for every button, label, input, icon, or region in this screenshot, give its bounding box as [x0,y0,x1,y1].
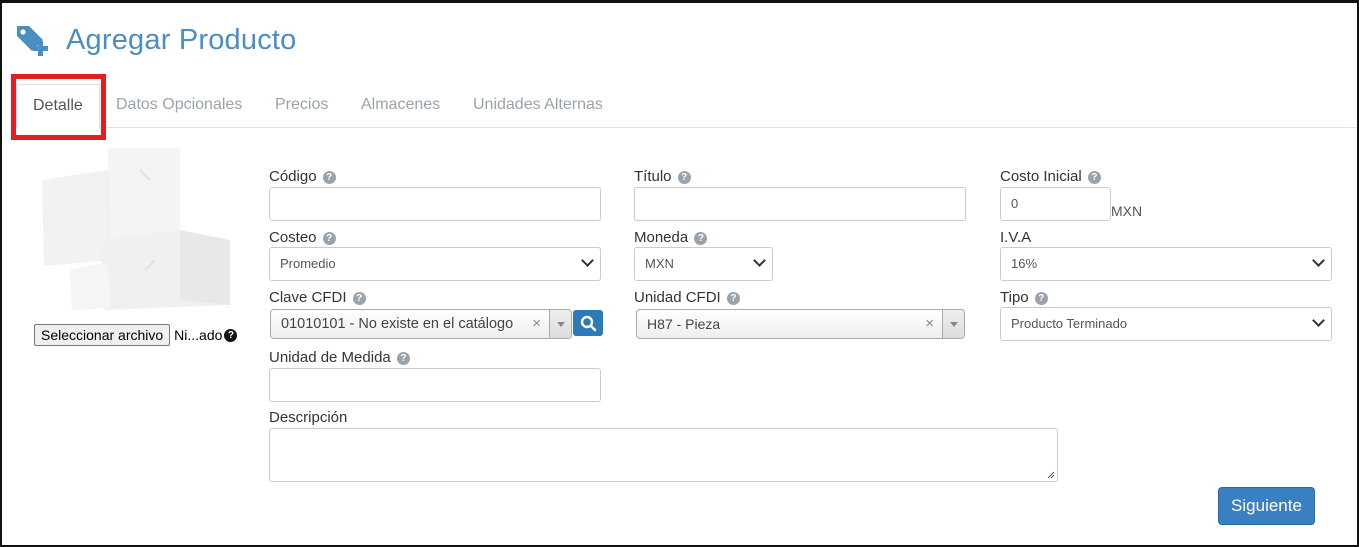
tag-plus-icon [14,22,52,58]
resize-grip-icon[interactable] [1047,471,1055,479]
unidad-cfdi-label-text: Unidad CFDI [634,289,721,306]
tab-datos-opcionales[interactable]: Datos Opcionales [116,84,242,128]
moneda-label-text: Moneda [634,229,689,246]
chevron-down-icon [1312,314,1325,327]
titulo-label-text: Título [634,168,672,185]
iva-value: 16% [1011,256,1038,271]
unidad-medida-label: Unidad de Medida ? [269,349,410,366]
clave-cfdi-select[interactable]: 01010101 - No existe en el catálogo × [270,309,572,339]
tipo-select[interactable]: Producto Terminado [1000,307,1332,341]
descripcion-label: Descripción [269,409,348,426]
codigo-input[interactable] [269,187,601,221]
page-title: Agregar Producto [66,23,297,56]
help-icon[interactable]: ? [322,231,336,245]
clave-cfdi-label-text: Clave CFDI [269,289,347,306]
moneda-value: MXN [645,256,674,271]
help-icon[interactable]: ? [677,170,691,184]
help-icon[interactable]: ? [694,231,708,245]
help-icon[interactable]: ? [726,291,740,305]
costeo-select[interactable]: Promedio [269,247,601,281]
descripcion-textarea[interactable] [269,428,1058,482]
unidad-cfdi-label: Unidad CFDI ? [634,289,740,306]
unidad-cfdi-select[interactable]: H87 - Pieza × [636,309,965,339]
help-icon[interactable]: ? [224,328,238,342]
chevron-down-icon [1312,254,1325,267]
unidad-medida-input[interactable] [269,368,601,402]
costeo-label-text: Costeo [269,229,317,246]
product-image-placeholder [30,140,240,320]
costo-inicial-input[interactable]: 0 [1000,187,1111,221]
costeo-label: Costeo ? [269,229,336,246]
clear-icon[interactable]: × [925,310,934,338]
tab-bar: Detalle Datos Opcionales Precios Almacen… [14,84,1356,129]
next-button[interactable]: Siguiente [1218,487,1315,525]
chevron-down-icon [581,254,594,267]
help-icon[interactable]: ? [1034,291,1048,305]
search-clave-button[interactable] [573,310,603,336]
titulo-label: Título ? [634,168,691,185]
unidad-medida-label-text: Unidad de Medida [269,349,391,366]
iva-select[interactable]: 16% [1000,247,1332,281]
tab-precios[interactable]: Precios [275,84,328,128]
dropdown-arrow-icon[interactable] [942,310,964,338]
tab-almacenes[interactable]: Almacenes [361,84,440,128]
chevron-down-icon [753,254,766,267]
titulo-input[interactable] [634,187,966,221]
search-icon [580,315,597,332]
file-picker: Seleccionar archivo Ni...ado ? [34,324,238,346]
file-status: Ni...ado [174,327,223,343]
codigo-label: Código ? [269,168,336,185]
moneda-label: Moneda ? [634,229,708,246]
unidad-cfdi-value: H87 - Pieza [647,316,721,332]
dropdown-arrow-icon[interactable] [549,310,571,338]
help-icon[interactable]: ? [322,170,336,184]
tab-unidades-alternas[interactable]: Unidades Alternas [473,84,603,128]
clave-cfdi-label: Clave CFDI ? [269,289,366,306]
help-icon[interactable]: ? [396,351,410,365]
tab-detalle[interactable]: Detalle [16,84,100,129]
costo-inicial-label: Costo Inicial ? [1000,168,1101,185]
select-file-button[interactable]: Seleccionar archivo [34,324,171,346]
moneda-select[interactable]: MXN [634,247,773,281]
help-icon[interactable]: ? [352,291,366,305]
costeo-value: Promedio [280,256,336,271]
clave-cfdi-value: 01010101 - No existe en el catálogo [281,316,514,332]
tipo-label: Tipo ? [1000,289,1048,306]
iva-label: I.V.A [1000,229,1032,246]
page-header: Agregar Producto [14,22,297,58]
clear-icon[interactable]: × [532,310,541,338]
codigo-label-text: Código [269,168,317,185]
tipo-label-text: Tipo [1000,289,1029,306]
currency-unit: MXN [1111,203,1143,219]
help-icon[interactable]: ? [1087,170,1101,184]
costo-inicial-label-text: Costo Inicial [1000,168,1082,185]
tipo-value: Producto Terminado [1011,316,1128,331]
